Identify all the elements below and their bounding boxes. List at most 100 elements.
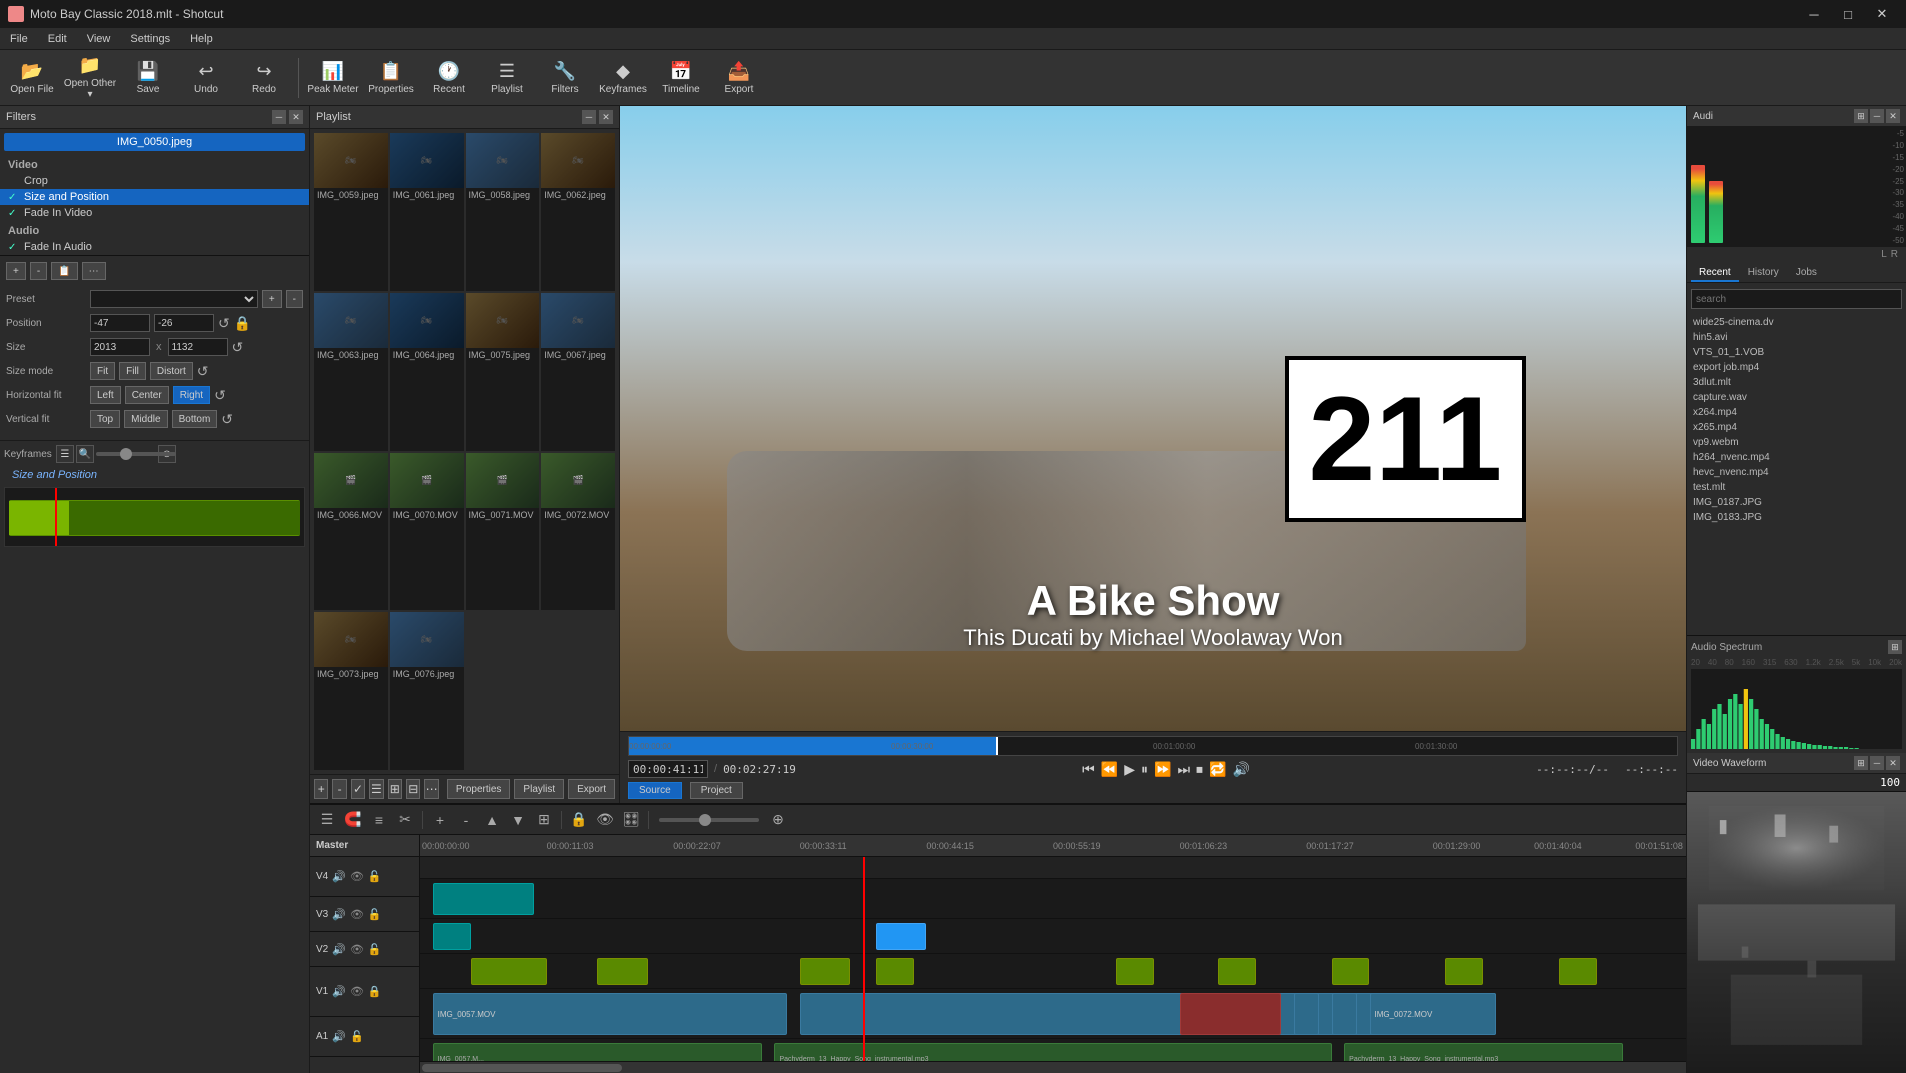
timeline-group-btn[interactable]: ⊞ — [533, 809, 555, 831]
audio-spectrum-expand-btn[interactable]: ⊞ — [1888, 640, 1902, 654]
clip-a1-3[interactable]: Pachyderm_13_Happy_Song_instrumental.mp3 — [1344, 1043, 1623, 1061]
properties-button[interactable]: 📋 Properties — [363, 53, 419, 103]
position-reset-btn[interactable]: ↺ — [218, 315, 230, 332]
v1-lock-btn[interactable]: 🔒 — [368, 985, 382, 998]
list-item[interactable]: 🏍 IMG_0063.jpeg — [314, 293, 388, 451]
open-other-button[interactable]: 📁 Open Other ▾ — [62, 53, 118, 103]
filter-size-position[interactable]: ✓ Size and Position — [0, 189, 309, 205]
list-item[interactable]: 🏍 IMG_0061.jpeg — [390, 133, 464, 291]
peak-meter-button[interactable]: 📊 Peak Meter — [305, 53, 361, 103]
history-tab[interactable]: History — [1740, 265, 1787, 282]
vw-close-btn[interactable]: ✕ — [1886, 756, 1900, 770]
loop-btn[interactable]: 🔁 — [1209, 761, 1226, 778]
left-btn[interactable]: Left — [90, 386, 121, 404]
recent-item[interactable]: IMG_0183.JPG — [1687, 510, 1906, 525]
horiz-reset-btn[interactable]: ↺ — [214, 387, 226, 404]
timeline-ripple-btn[interactable]: ≡ — [368, 809, 390, 831]
preset-remove-btn[interactable]: - — [286, 290, 303, 308]
play-btn[interactable]: ▶ — [1124, 761, 1135, 778]
kf-zoom-slider[interactable] — [96, 452, 156, 456]
playlist-properties-btn[interactable]: Properties — [447, 779, 511, 799]
recent-item[interactable]: export job.mp4 — [1687, 360, 1906, 375]
clip-v2-3[interactable] — [800, 958, 851, 985]
vw-minimize-btn[interactable]: ─ — [1870, 756, 1884, 770]
playlist-grid-btn[interactable]: ⊞ — [388, 779, 402, 799]
clip-v2-4[interactable] — [876, 958, 914, 985]
kf-zoom-in-btn[interactable]: 🔍 — [76, 445, 94, 463]
v4-audio-btn[interactable]: 🔊 — [332, 870, 346, 883]
jobs-tab[interactable]: Jobs — [1788, 265, 1825, 282]
v4-lock-btn[interactable]: 🔓 — [368, 870, 382, 883]
timeline-scrollbar[interactable] — [420, 1061, 1686, 1073]
timeline-menu-btn[interactable]: ☰ — [316, 809, 338, 831]
clip-v1-1[interactable]: IMG_0057.MOV — [433, 993, 787, 1035]
minimize-button[interactable]: ─ — [1798, 0, 1830, 28]
center-btn[interactable]: Center — [125, 386, 169, 404]
top-btn[interactable]: Top — [90, 410, 120, 428]
recent-item[interactable]: IMG_0187.JPG — [1687, 495, 1906, 510]
undo-button[interactable]: ↩ Undo — [178, 53, 234, 103]
redo-button[interactable]: ↪ Redo — [236, 53, 292, 103]
clip-v3-1[interactable] — [433, 923, 471, 950]
close-button[interactable]: ✕ — [1866, 0, 1898, 28]
list-item[interactable]: 🏍 IMG_0059.jpeg — [314, 133, 388, 291]
v1-eye-btn[interactable]: 👁 — [350, 985, 364, 998]
list-item[interactable]: 🎬 IMG_0071.MOV — [466, 453, 540, 611]
clip-v2-8[interactable] — [1445, 958, 1483, 985]
list-item[interactable]: 🏍 IMG_0075.jpeg — [466, 293, 540, 451]
recent-item[interactable]: h264_nvenc.mp4 — [1687, 450, 1906, 465]
playlist-check-btn[interactable]: ✓ — [351, 779, 365, 799]
list-item[interactable]: 🏍 IMG_0062.jpeg — [541, 133, 615, 291]
recent-item[interactable]: 3dlut.mlt — [1687, 375, 1906, 390]
middle-btn[interactable]: Middle — [124, 410, 167, 428]
recent-item[interactable]: VTS_01_1.VOB — [1687, 345, 1906, 360]
playlist-table-btn[interactable]: ⊟ — [406, 779, 420, 799]
list-item[interactable]: 🏍 IMG_0076.jpeg — [390, 612, 464, 770]
preset-add-btn[interactable]: + — [262, 290, 282, 308]
bottom-btn[interactable]: Bottom — [172, 410, 218, 428]
recent-item[interactable]: x265.mp4 — [1687, 420, 1906, 435]
a1-lock-btn[interactable]: 🔓 — [350, 1030, 364, 1043]
timeline-up-btn[interactable]: ▲ — [481, 809, 503, 831]
preset-select[interactable] — [90, 290, 258, 308]
filters-close-btn[interactable]: ✕ — [289, 110, 303, 124]
recent-button[interactable]: 🕐 Recent — [421, 53, 477, 103]
clip-v2-1[interactable] — [471, 958, 547, 985]
filter-fade-in-audio[interactable]: ✓ Fade In Audio — [0, 239, 309, 255]
size-h-input[interactable] — [168, 338, 228, 356]
v1-audio-btn[interactable]: 🔊 — [332, 985, 346, 998]
list-item[interactable]: 🏍 IMG_0058.jpeg — [466, 133, 540, 291]
timeline-scrub-btn[interactable]: ✂ — [394, 809, 416, 831]
recent-item[interactable]: wide25-cinema.dv — [1687, 315, 1906, 330]
menu-settings[interactable]: Settings — [120, 28, 180, 49]
clip-v2-9[interactable] — [1559, 958, 1597, 985]
timeline-lock-btn[interactable]: 🔒 — [568, 809, 590, 831]
vw-expand-btn[interactable]: ⊞ — [1854, 756, 1868, 770]
size-reset-btn[interactable]: ↺ — [232, 339, 244, 356]
project-tab[interactable]: Project — [690, 782, 743, 799]
prev-frame-btn[interactable]: ⏪ — [1101, 761, 1118, 778]
filters-minimize-btn[interactable]: ─ — [272, 110, 286, 124]
right-btn[interactable]: Right — [173, 386, 210, 404]
a1-audio-btn[interactable]: 🔊 — [332, 1030, 346, 1043]
search-input[interactable] — [1691, 289, 1902, 309]
pause-btn[interactable]: ⏸ — [1141, 761, 1148, 778]
clip-v2-7[interactable] — [1332, 958, 1370, 985]
menu-edit[interactable]: Edit — [38, 28, 77, 49]
list-item[interactable]: 🎬 IMG_0072.MOV — [541, 453, 615, 611]
timeline-audio-btn[interactable]: 🎛 — [620, 809, 642, 831]
size-w-input[interactable] — [90, 338, 150, 356]
stop-btn[interactable]: ⏹ — [1196, 761, 1203, 778]
playlist-export-btn[interactable]: Export — [568, 779, 615, 799]
playlist-minimize-btn[interactable]: ─ — [582, 110, 596, 124]
timeline-remove-track-btn[interactable]: - — [455, 809, 477, 831]
clip-v2-5[interactable] — [1116, 958, 1154, 985]
clip-v4-1[interactable] — [433, 883, 534, 915]
playlist-more-btn[interactable]: ⋯ — [424, 779, 438, 799]
timeline-zoom-thumb[interactable] — [699, 814, 711, 826]
filter-add-btn[interactable]: + — [6, 262, 26, 280]
playlist-list-btn[interactable]: ☰ — [369, 779, 383, 799]
timeline-button[interactable]: 📅 Timeline — [653, 53, 709, 103]
list-item[interactable]: 🎬 IMG_0066.MOV — [314, 453, 388, 611]
clip-v1-4[interactable] — [1294, 993, 1319, 1035]
